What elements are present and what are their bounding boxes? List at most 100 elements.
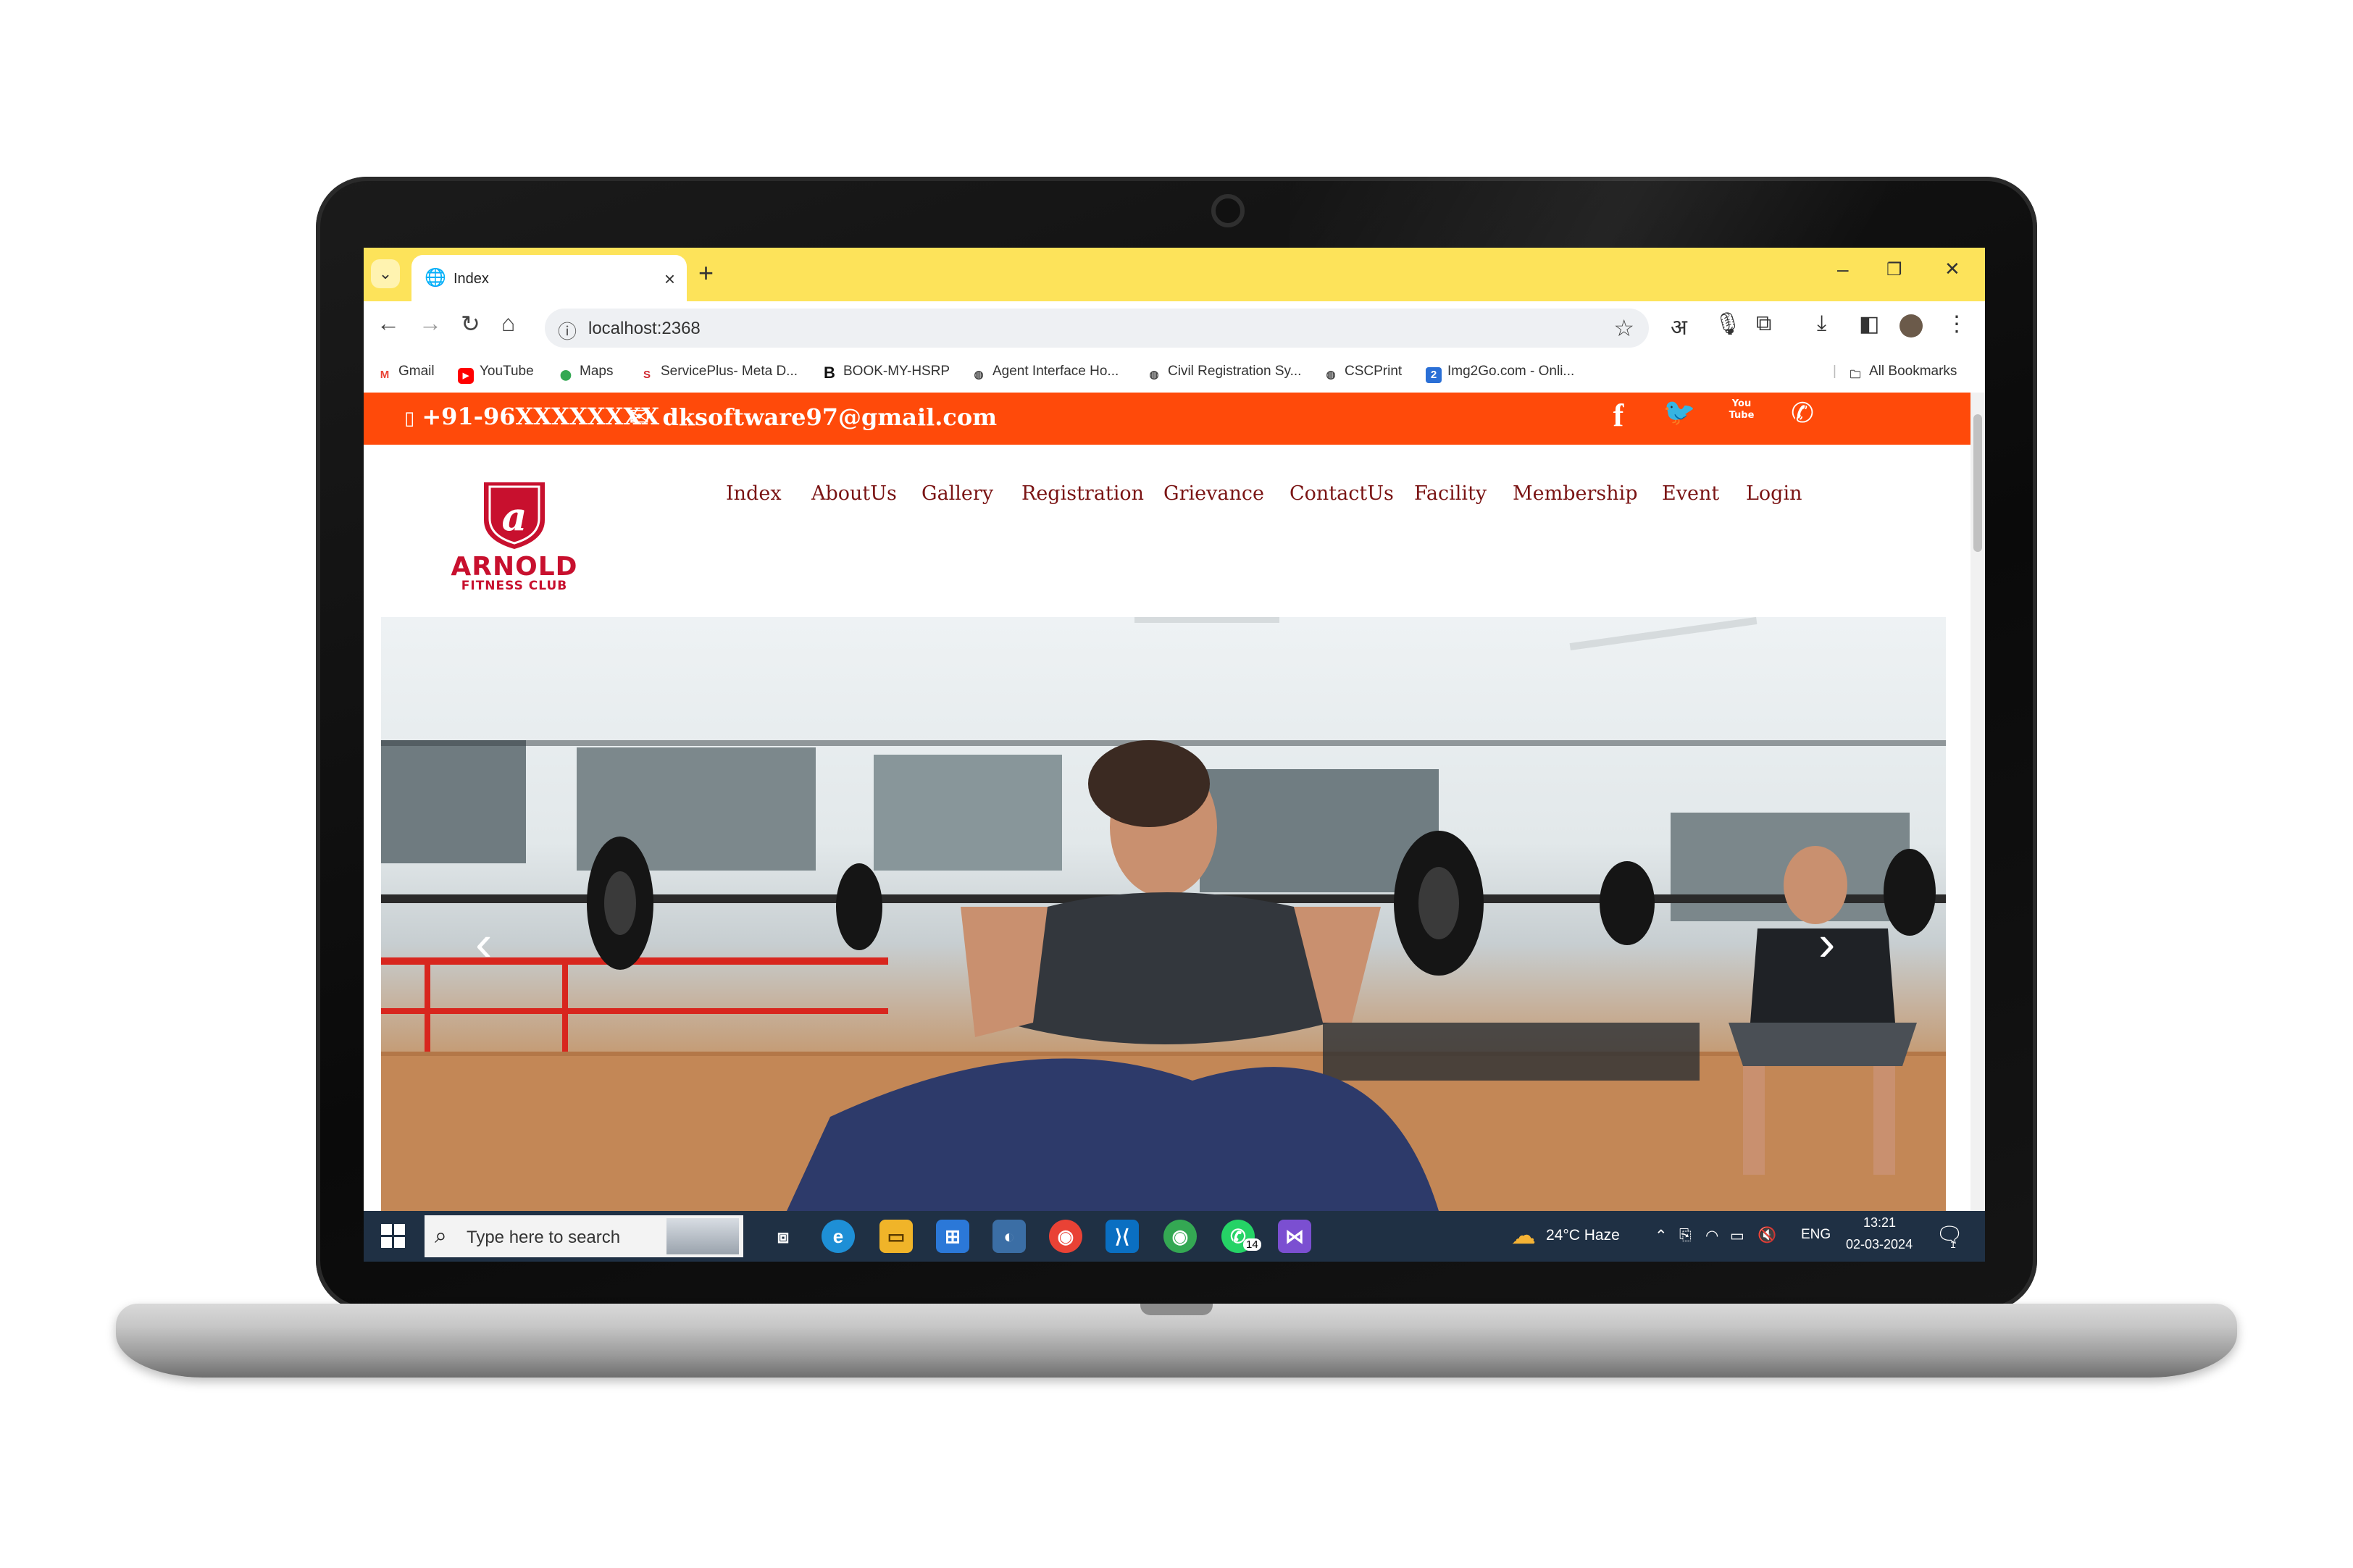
laptop-screen: ⌄ 🌐 Index × + – ❐ ✕ ← → ↻ ⌂ ⓘ localhost:… (364, 248, 1985, 1262)
bookmark-cscprint[interactable]: ◍ CSCPrint (1323, 364, 1402, 383)
forward-arrow-icon[interactable]: → (419, 310, 442, 337)
minimize-button[interactable]: – (1837, 258, 1849, 281)
all-bookmarks[interactable]: 🗀 All Bookmarks (1847, 364, 1957, 383)
logo-wordmark: ARNOLD FITNESS CLUB (442, 552, 587, 593)
nav-grievance[interactable]: Grievance (1163, 482, 1264, 505)
close-tab-icon[interactable]: × (664, 268, 675, 290)
microsoft-store-icon[interactable]: ⊞ (936, 1220, 969, 1253)
phone-number: +91-96XXXXXXXX (422, 403, 660, 430)
envelope-icon: ✉ (629, 403, 650, 432)
close-window-button[interactable]: ✕ (1944, 258, 1960, 280)
translate-letter-icon[interactable]: अ (1671, 311, 1687, 341)
email-address: dksoftware97@gmail.com (662, 403, 998, 431)
windows-start-icon[interactable] (381, 1224, 406, 1249)
kebab-menu-icon[interactable]: ⋮ (1946, 311, 1968, 337)
chrome-profile-icon[interactable]: ◉ (1163, 1220, 1197, 1253)
file-explorer-icon[interactable]: ▭ (879, 1220, 913, 1253)
laptop-notch (1140, 1304, 1213, 1315)
bookmark-label: Img2Go.com - Onli... (1447, 364, 1575, 379)
youtube-icon[interactable]: You Tube (1724, 398, 1759, 433)
profile-avatar[interactable] (1899, 314, 1923, 338)
scrollbar-thumb[interactable] (1973, 414, 1982, 552)
bookmark-img2go[interactable]: 2 Img2Go.com - Onli... (1426, 364, 1574, 383)
globe-icon: 🌐 (425, 268, 446, 288)
taskbar-search-box[interactable]: ⌕ Type here to search (425, 1215, 743, 1257)
download-icon[interactable]: ⤓ (1817, 311, 1826, 336)
hsrp-b-icon: B (824, 364, 835, 382)
facebook-icon[interactable]: f (1601, 397, 1636, 433)
nav-contactus[interactable]: ContactUs (1290, 482, 1394, 505)
volume-mute-icon[interactable]: 🔇 (1758, 1227, 1776, 1244)
bookmark-star-icon[interactable]: ☆ (1613, 314, 1634, 342)
nav-login[interactable]: Login (1746, 482, 1802, 505)
home-icon[interactable]: ⌂ (501, 310, 515, 337)
vscode-icon[interactable]: ⟩⟨ (1106, 1220, 1139, 1253)
reload-icon[interactable]: ↻ (461, 310, 480, 338)
whatsapp-icon[interactable]: ✆ (1785, 397, 1820, 432)
nav-gallery[interactable]: Gallery (921, 482, 993, 505)
hero-gym-image (381, 617, 1946, 1211)
page-scrollbar[interactable] (1970, 393, 1985, 1211)
microphone-icon[interactable]: 🎙 (1714, 311, 1742, 337)
webcam-icon (1211, 194, 1245, 227)
visual-studio-icon[interactable]: ⋈ (1278, 1220, 1311, 1253)
bookmark-label: ServicePlus- Meta D... (661, 364, 798, 379)
carousel-prev-icon[interactable]: ‹ (475, 914, 492, 972)
bookmark-maps[interactable]: ⬤ Maps (558, 364, 613, 382)
tab-search-chevron-icon[interactable]: ⌄ (371, 259, 400, 288)
site-info-icon[interactable]: ⓘ (558, 317, 577, 344)
nav-membership[interactable]: Membership (1513, 482, 1638, 505)
edge-browser-icon[interactable]: e (822, 1220, 855, 1253)
new-tab-button[interactable]: + (698, 258, 714, 288)
back-arrow-icon[interactable]: ← (377, 310, 400, 337)
mobile-phone-icon: ▯ (404, 408, 415, 429)
nav-facility[interactable]: Facility (1414, 482, 1487, 505)
restore-button[interactable]: ❐ (1886, 259, 1902, 280)
chrome-icon[interactable]: ◉ (1049, 1220, 1082, 1253)
bookmark-label: Agent Interface Ho... (992, 364, 1119, 379)
bookmarks-bar: M Gmail ▶ YouTube ⬤ Maps S ServicePlus- Meta… (364, 352, 1985, 393)
clock-time[interactable]: 13:21 (1863, 1215, 1896, 1230)
folder-icon: 🗀 (1850, 369, 1861, 381)
weather-haze-icon: ☁ (1511, 1222, 1536, 1249)
weather-text[interactable]: 24°C Haze (1546, 1227, 1620, 1244)
tray-chevron-icon[interactable]: ⌃ (1655, 1227, 1668, 1245)
nav-registration[interactable]: Registration (1021, 482, 1144, 505)
site-logo[interactable]: a ARNOLD FITNESS CLUB (442, 477, 587, 600)
globe-icon: ◍ (974, 369, 984, 381)
windows-taskbar: ⌕ Type here to search ⧈ e ▭ ⊞ ◐ ◉ ⟩⟨ ◉ ✆… (364, 1211, 1985, 1262)
wifi-icon[interactable]: ◠ (1705, 1227, 1718, 1245)
side-panel-icon[interactable]: ◧ (1859, 311, 1879, 337)
twitter-icon[interactable]: 🐦 (1662, 397, 1697, 432)
battery-icon[interactable]: ▭ (1730, 1227, 1744, 1245)
clock-date[interactable]: 02-03-2024 (1846, 1237, 1913, 1252)
all-bookmarks-label: All Bookmarks (1869, 364, 1957, 379)
email-contact[interactable]: ✉ dksoftware97@gmail.com (629, 403, 997, 432)
address-bar[interactable]: ⓘ localhost:2368 ☆ (545, 309, 1649, 348)
hero-carousel: ‹ › (381, 617, 1946, 1211)
app-icon[interactable]: ◐ (992, 1220, 1026, 1253)
tray-app-icon[interactable]: ⎘ (1679, 1227, 1692, 1244)
task-view-icon[interactable]: ⧈ (766, 1220, 800, 1253)
serviceplus-icon: S (643, 369, 651, 381)
bookmark-label: YouTube (480, 364, 534, 379)
extensions-puzzle-icon[interactable]: ⧉ (1756, 311, 1771, 336)
bookmark-civil-registration[interactable]: ◍ Civil Registration Sy... (1146, 364, 1301, 383)
bookmark-agent-interface[interactable]: ◍ Agent Interface Ho... (971, 364, 1119, 383)
phone-contact[interactable]: ▯ +91-96XXXXXXXX (404, 403, 659, 430)
bookmark-serviceplus[interactable]: S ServicePlus- Meta D... (639, 364, 798, 383)
carousel-next-icon[interactable]: › (1818, 914, 1835, 972)
browser-tab[interactable]: 🌐 Index × (411, 255, 687, 301)
browser-toolbar: ← → ↻ ⌂ ⓘ localhost:2368 ☆ अ 🎙 ⧉ ⤓ ◧ ⋮ (364, 301, 1985, 352)
url-text[interactable]: localhost:2368 (588, 319, 701, 339)
language-indicator[interactable]: ENG (1801, 1227, 1831, 1243)
gmail-icon: M (380, 369, 390, 381)
bookmark-gmail[interactable]: M Gmail (377, 364, 435, 383)
bookmark-hsrp[interactable]: B BOOK-MY-HSRP (822, 364, 950, 381)
bookmark-youtube[interactable]: ▶ YouTube (458, 364, 534, 384)
nav-aboutus[interactable]: AboutUs (811, 482, 897, 505)
nav-index[interactable]: Index (726, 482, 782, 505)
nav-event[interactable]: Event (1662, 482, 1719, 505)
search-highlight-image (666, 1218, 739, 1254)
globe-icon: ◍ (1149, 369, 1159, 381)
